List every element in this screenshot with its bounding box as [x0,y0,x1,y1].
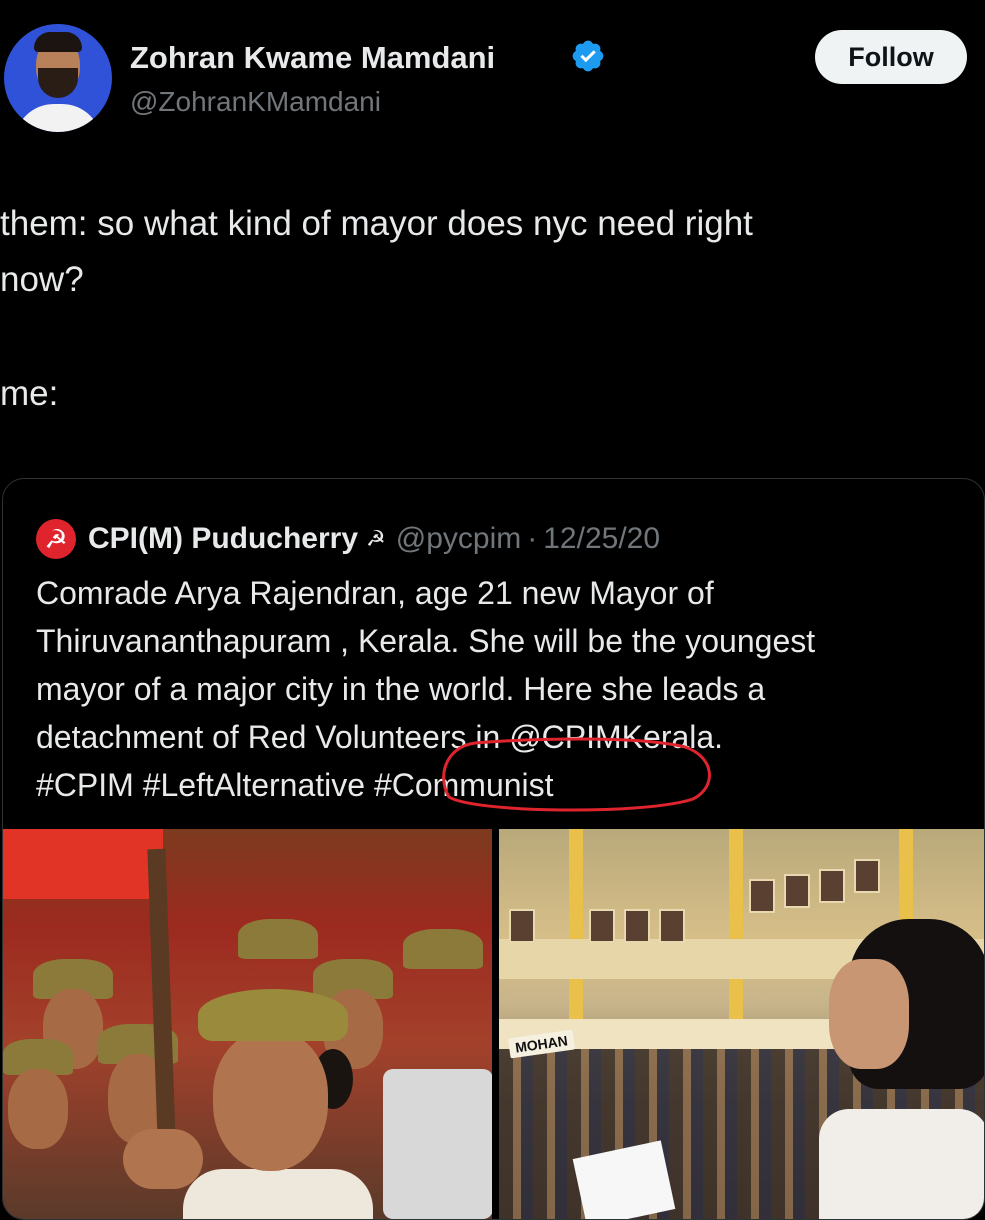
volunteer-cap [238,919,318,959]
follow-button[interactable]: Follow [815,30,967,84]
photo-red-volunteers[interactable] [3,829,492,1219]
dress [819,1109,984,1219]
pillar [729,829,743,1039]
face [213,1031,328,1171]
arya-rajendran-figure [183,989,373,1219]
tweet-text: them: so what kind of mayor does nyc nee… [0,196,960,308]
quoted-line: mayor of a major city in the world. Here… [36,671,766,707]
tweet-line: them: so what kind of mayor does nyc nee… [0,204,753,243]
quoted-author-name[interactable]: CPI(M) Puducherry [88,522,358,556]
hammer-sickle-icon: ☭ [44,523,68,554]
face [829,959,909,1069]
author-handle[interactable]: @ZohranKMamdani [130,86,381,118]
portrait [749,879,775,913]
quoted-line: Comrade Arya Rajendran, age 21 new Mayor… [36,575,714,611]
portrait [659,909,685,943]
volunteer-cap [403,929,483,969]
uniform-shirt [183,1169,373,1219]
verified-badge-icon [572,40,604,72]
quoted-line: Thiruvananthapuram , Kerala. She will be… [36,623,816,659]
drum [383,1069,492,1219]
tweet-line: me: [0,374,59,413]
tweet-header: Zohran Kwame Mamdani @ZohranKMamdani Fol… [0,0,985,150]
portrait [819,869,845,903]
portrait [854,859,880,893]
red-circle-annotation [442,737,711,812]
avatar-beard [38,68,78,98]
portrait [509,909,535,943]
beret [198,989,348,1041]
volunteer-face [8,1069,68,1149]
quoted-tweet-date[interactable]: 12/25/20 [543,522,660,556]
avatar-shirt [14,104,102,132]
quoted-tweet-header: ☭ CPI(M) Puducherry ☭ @pycpim · 12/25/20 [36,519,660,559]
hammer-sickle-icon: ☭ [366,526,386,551]
avatar-hair [34,32,82,52]
portrait [589,909,615,943]
quoted-tweet[interactable]: ☭ CPI(M) Puducherry ☭ @pycpim · 12/25/20… [2,478,985,1220]
hand [123,1129,203,1189]
author-avatar[interactable] [4,24,112,132]
separator-dot: · [527,522,538,555]
portrait [624,909,650,943]
author-display-name[interactable]: Zohran Kwame Mamdani [130,40,495,76]
photo-council-hall[interactable]: MOHAN [499,829,984,1219]
portrait [784,874,810,908]
cpim-logo-icon[interactable]: ☭ [36,519,76,559]
speaking-woman-figure [819,919,984,1219]
tweet-line: now? [0,260,84,299]
quoted-author-handle[interactable]: @pycpim [396,522,521,556]
pillar [569,829,583,1039]
red-flag [3,829,163,899]
